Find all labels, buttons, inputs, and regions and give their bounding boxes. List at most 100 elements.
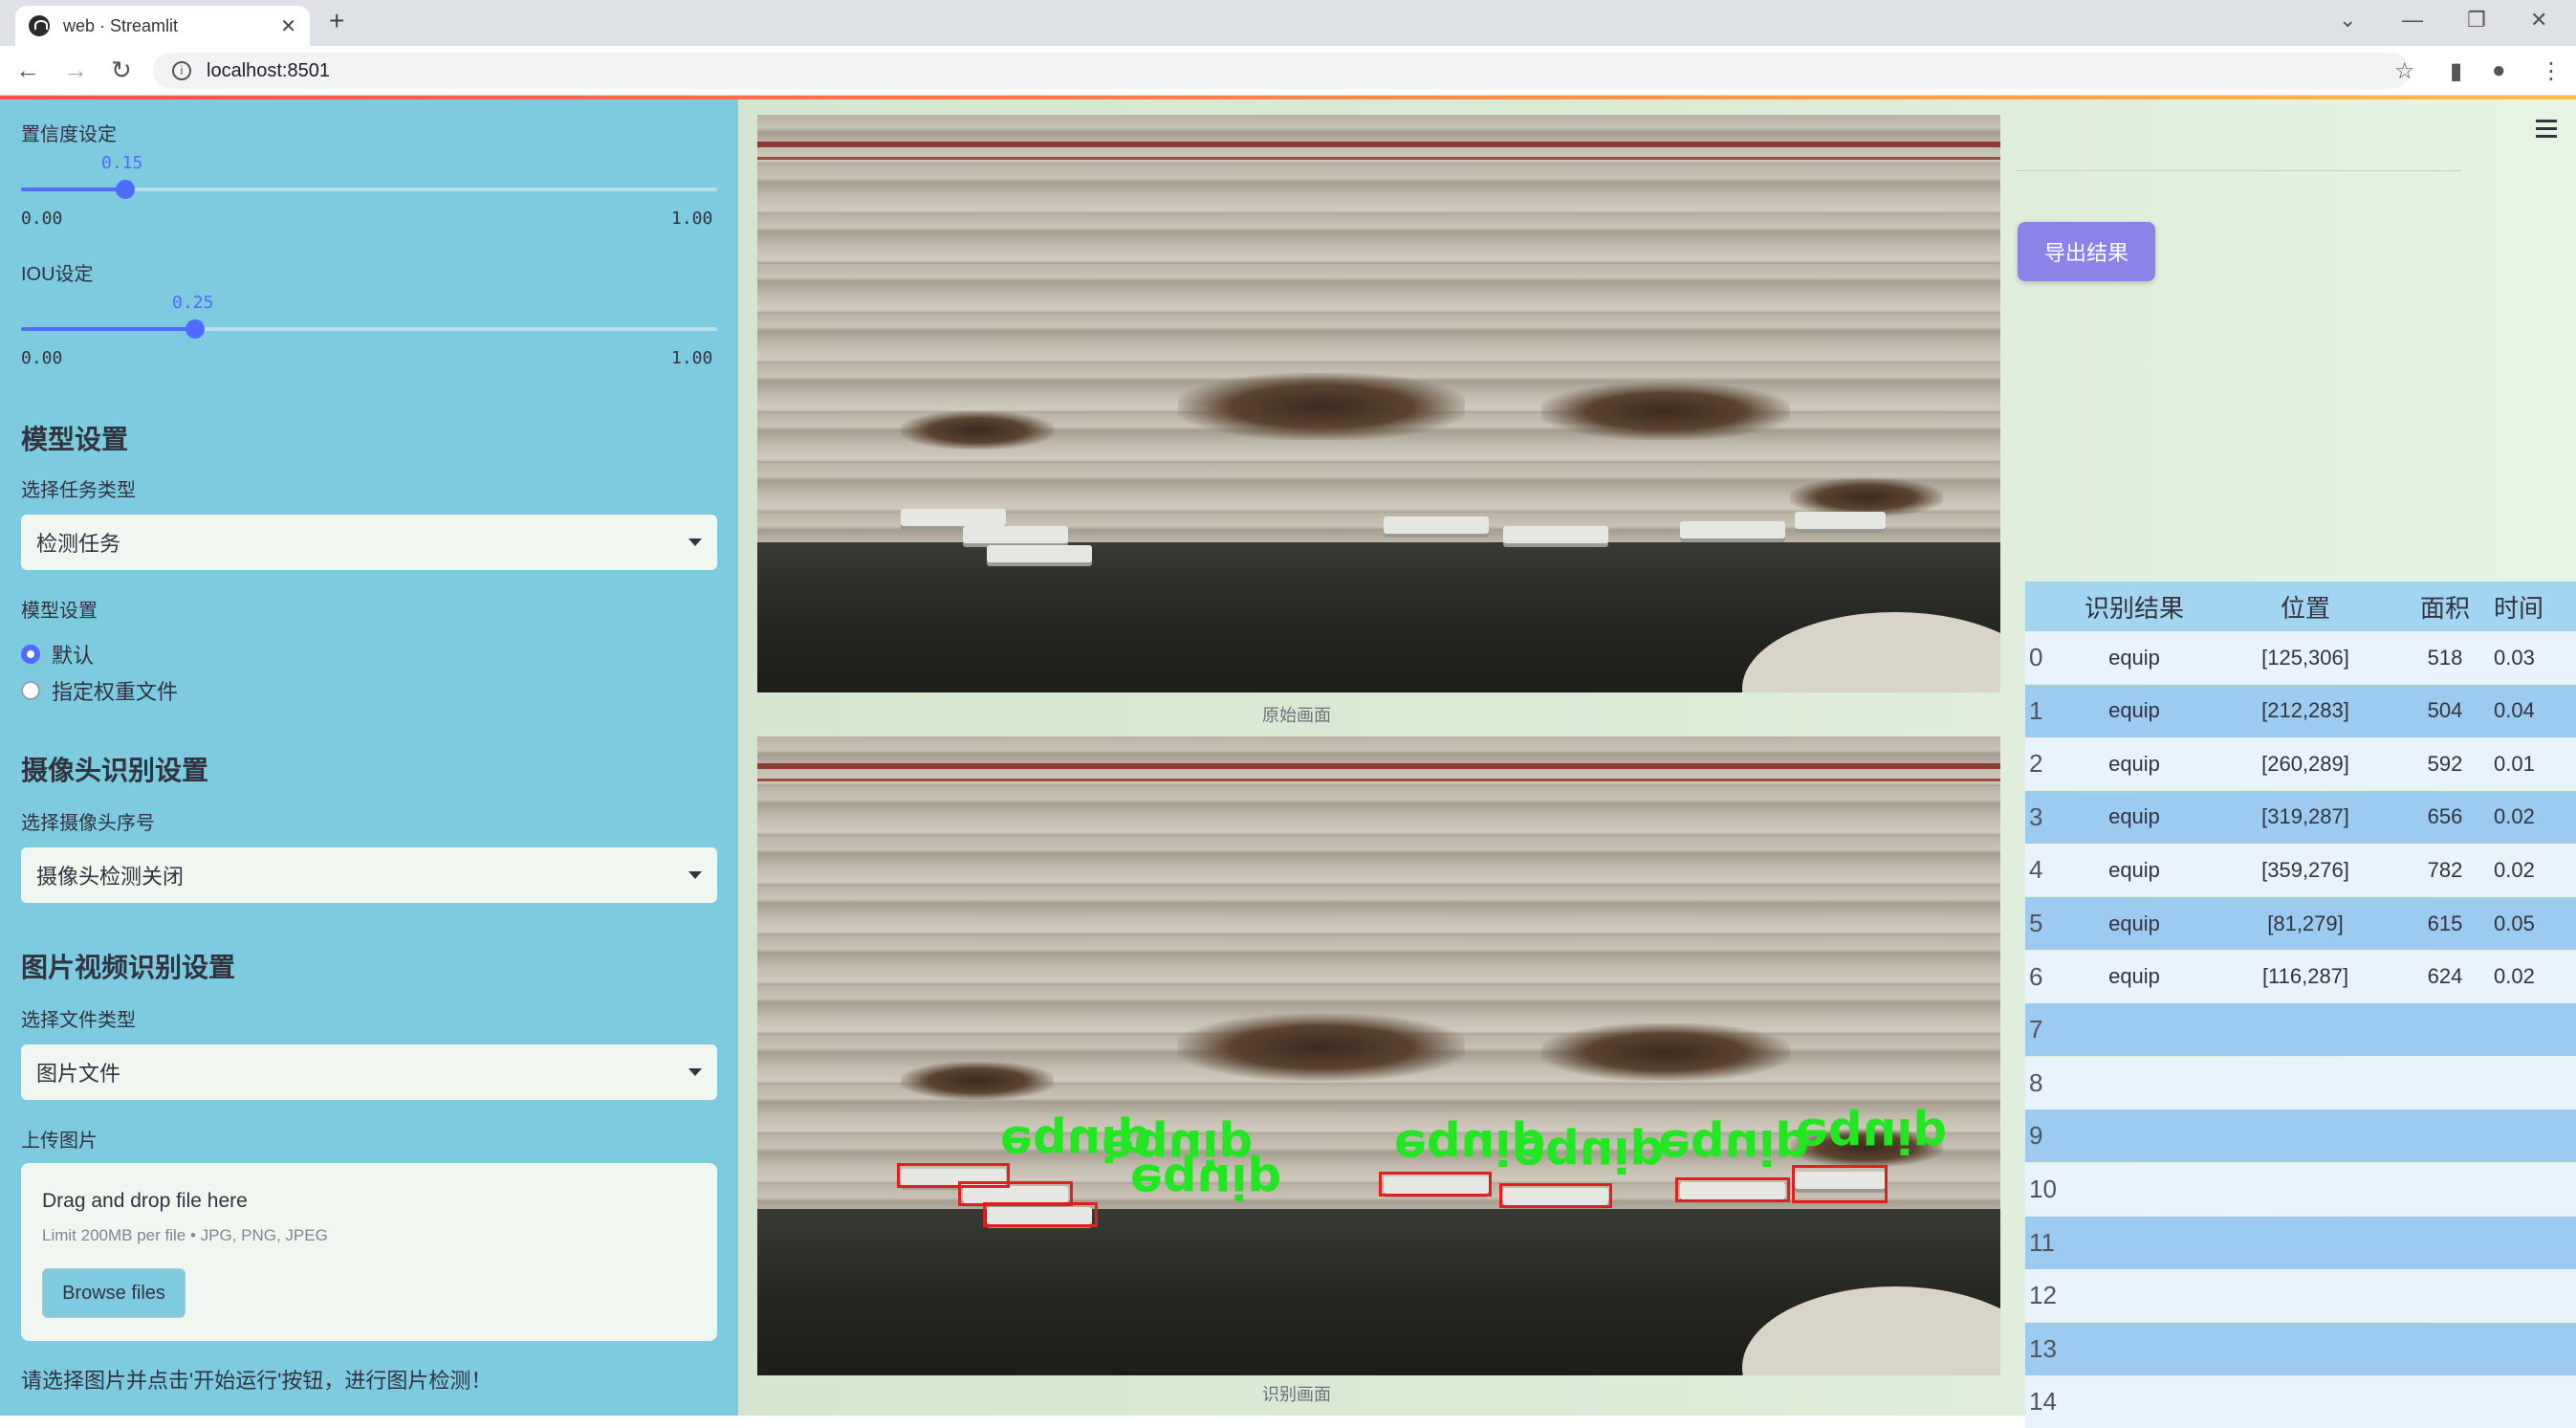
window-close-icon[interactable]: ✕ <box>2530 8 2547 33</box>
profile-avatar-icon[interactable]: ● <box>2492 57 2506 84</box>
table-cell: equip <box>2108 698 2160 723</box>
task-type-select[interactable]: 检测任务 <box>21 515 717 570</box>
file-uploader-dropzone[interactable]: Drag and drop file here Limit 200MB per … <box>21 1163 717 1341</box>
chevron-down-icon <box>688 871 702 879</box>
detection-box <box>1379 1172 1492 1197</box>
table-row[interactable]: 6 equip [116,287] 624 0.02 <box>2025 950 2576 1003</box>
tab-close-icon[interactable]: ✕ <box>280 14 296 38</box>
table-header-cell[interactable]: 时间 <box>2480 589 2576 625</box>
confidence-label: 置信度设定 <box>21 124 117 145</box>
file-type-value: 图片文件 <box>36 1062 121 1086</box>
table-row[interactable]: 9 <box>2025 1109 2576 1163</box>
row-index: 9 <box>2029 1121 2043 1151</box>
camera-index-select[interactable]: 摄像头检测关闭 <box>21 847 717 903</box>
side-panel-icon[interactable]: ▮ <box>2450 57 2462 85</box>
detection-box <box>1499 1183 1612 1208</box>
detection-label: equip <box>1658 1119 1810 1175</box>
site-info-icon[interactable]: i <box>172 61 191 80</box>
table-header-row: 识别结果 位置 面积 时间 <box>2025 582 2576 631</box>
row-index: 5 <box>2029 909 2043 937</box>
model-label: 模型设置 <box>21 601 98 622</box>
camera-section-heading: 摄像头识别设置 <box>21 756 209 785</box>
table-row[interactable]: 7 <box>2025 1003 2576 1057</box>
table-cell: 504 <box>2427 698 2463 723</box>
table-cell: 0.05 <box>2494 911 2535 935</box>
row-index: 0 <box>2029 643 2043 671</box>
browser-tab[interactable]: web · Streamlit ✕ <box>15 6 310 46</box>
bookmark-star-icon[interactable]: ☆ <box>2394 57 2415 85</box>
detection-box <box>1675 1177 1790 1202</box>
table-row[interactable]: 0 equip [125,306] 518 0.03 <box>2025 631 2576 684</box>
table-cell: [359,276] <box>2261 857 2349 882</box>
detection-box <box>983 1202 1098 1227</box>
forward-icon[interactable]: → <box>63 55 88 85</box>
confidence-slider-thumb[interactable] <box>116 180 136 199</box>
table-row[interactable]: 10 <box>2025 1163 2576 1216</box>
media-section-heading: 图片视频识别设置 <box>21 953 236 982</box>
table-row[interactable]: 13 <box>2025 1322 2576 1375</box>
export-results-button[interactable]: 导出结果 <box>2018 222 2155 281</box>
radio-default-label: 默认 <box>52 644 95 668</box>
detection-label: equip <box>1513 1127 1665 1182</box>
table-row[interactable]: 5 equip [81,279] 615 0.05 <box>2025 897 2576 950</box>
table-row[interactable]: 11 <box>2025 1216 2576 1269</box>
url-field[interactable]: i localhost:8501 <box>153 53 2410 89</box>
table-cell: equip <box>2108 911 2160 935</box>
table-row[interactable]: 12 <box>2025 1269 2576 1323</box>
table-cell: equip <box>2108 964 2160 989</box>
detection-label: equip <box>1130 1153 1282 1209</box>
table-row[interactable]: 2 equip [260,289] 592 0.01 <box>2025 737 2576 791</box>
hamburger-menu-icon[interactable] <box>2536 120 2557 143</box>
confidence-value: 0.15 <box>101 153 143 173</box>
table-row[interactable]: 14 <box>2025 1375 2576 1428</box>
detection-label: equip <box>1796 1108 1948 1163</box>
table-cell: [125,306] <box>2261 645 2349 670</box>
confidence-min: 0.00 <box>21 209 63 229</box>
file-type-select[interactable]: 图片文件 <box>21 1044 717 1100</box>
table-cell: 0.02 <box>2494 857 2535 882</box>
minimize-icon[interactable]: — <box>2402 8 2423 33</box>
table-cell: 518 <box>2427 645 2463 670</box>
table-header-cell[interactable]: 位置 <box>2201 589 2410 625</box>
table-cell: [212,283] <box>2261 698 2349 723</box>
table-header-cell[interactable]: 识别结果 <box>2067 589 2201 625</box>
table-header-cell[interactable]: 面积 <box>2410 589 2480 625</box>
new-tab-icon[interactable]: + <box>329 6 344 36</box>
reload-icon[interactable]: ↻ <box>111 55 132 85</box>
table-row[interactable]: 1 equip [212,283] 504 0.04 <box>2025 684 2576 737</box>
instruction-hint: 请选择图片并点击'开始运行'按钮，进行图片检测！ <box>21 1369 492 1393</box>
table-cell: 624 <box>2427 964 2463 989</box>
camera-index-value: 摄像头检测关闭 <box>36 865 185 889</box>
iou-slider-thumb[interactable] <box>186 319 205 339</box>
table-cell: 0.02 <box>2494 804 2535 829</box>
upload-limit: Limit 200MB per file • JPG, PNG, JPEG <box>42 1226 328 1244</box>
radio-default[interactable]: 默认 <box>21 639 94 670</box>
radio-custom-weights[interactable]: 指定权重文件 <box>21 675 178 706</box>
table-row[interactable]: 4 equip [359,276] 782 0.02 <box>2025 844 2576 897</box>
row-index: 3 <box>2029 802 2043 831</box>
table-row[interactable]: 8 <box>2025 1056 2576 1109</box>
iou-slider[interactable] <box>21 319 717 339</box>
confidence-slider[interactable] <box>21 180 717 199</box>
browse-files-button[interactable]: Browse files <box>42 1268 186 1318</box>
row-index: 10 <box>2029 1175 2057 1203</box>
back-icon[interactable]: ← <box>15 55 40 85</box>
confidence-slider-fill <box>21 187 126 191</box>
table-row[interactable]: 3 equip [319,287] 656 0.02 <box>2025 790 2576 844</box>
iou-slider-fill <box>21 327 195 331</box>
row-index: 4 <box>2029 855 2043 885</box>
row-index: 1 <box>2029 695 2043 725</box>
tab-search-chevron-icon[interactable]: ⌄ <box>2339 8 2356 33</box>
row-index: 2 <box>2029 749 2043 779</box>
table-cell: 0.03 <box>2494 645 2535 670</box>
result-caption: 识别画面 <box>1262 1385 1331 1404</box>
restore-icon[interactable]: ❐ <box>2467 8 2486 33</box>
original-caption: 原始画面 <box>1262 706 1331 725</box>
row-index: 14 <box>2029 1387 2057 1417</box>
table-cell: 0.01 <box>2494 751 2535 776</box>
table-cell: 782 <box>2427 857 2463 882</box>
table-cell: 656 <box>2427 804 2463 829</box>
iou-label: IOU设定 <box>21 264 94 285</box>
result-image: equip equip equip equip equip equip equi… <box>757 736 2000 1375</box>
browser-menu-icon[interactable]: ⋮ <box>2540 57 2563 85</box>
